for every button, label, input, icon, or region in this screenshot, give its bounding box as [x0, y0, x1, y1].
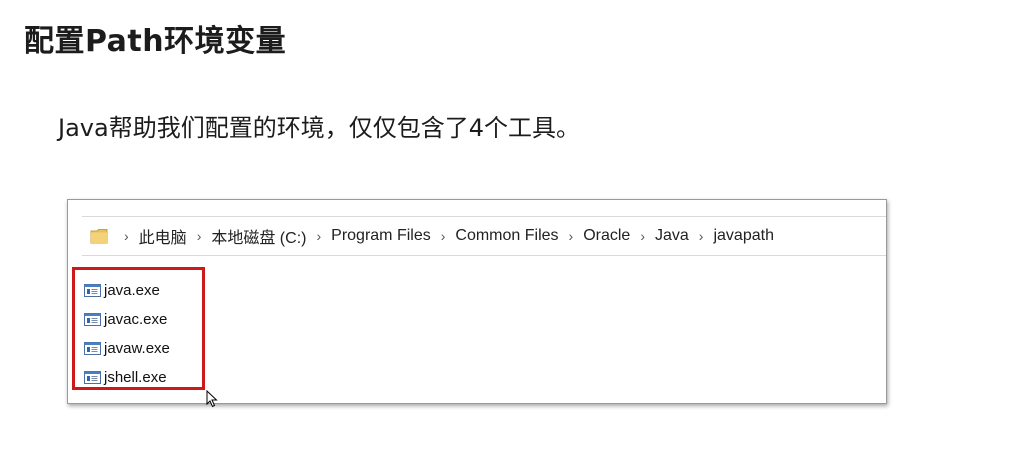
file-item-javac[interactable]: javac.exe: [84, 305, 170, 334]
breadcrumb-oracle[interactable]: Oracle: [583, 227, 630, 245]
chevron-right-icon: ›: [316, 228, 322, 244]
chevron-right-icon: ›: [698, 228, 704, 244]
chevron-right-icon: ›: [124, 228, 129, 244]
slide-page: 配置Path环境变量 Java帮助我们配置的环境，仅仅包含了4个工具。 › 此电…: [0, 0, 1026, 467]
breadcrumb-java[interactable]: Java: [655, 227, 689, 245]
breadcrumb-this-pc[interactable]: 此电脑: [139, 224, 187, 248]
file-item-jshell[interactable]: jshell.exe: [84, 363, 170, 392]
folder-icon: [90, 229, 108, 244]
file-name: java.exe: [104, 282, 160, 299]
mouse-cursor-icon: [206, 390, 218, 408]
exe-file-icon: [84, 313, 101, 326]
breadcrumb-program-files[interactable]: Program Files: [331, 227, 431, 245]
file-list: java.exe javac.exe javaw.exe jshell.exe: [84, 276, 170, 392]
exe-file-icon: [84, 342, 101, 355]
breadcrumb-local-disk[interactable]: 本地磁盘 (C:): [211, 224, 306, 248]
breadcrumb-common-files[interactable]: Common Files: [455, 227, 558, 245]
chevron-right-icon: ›: [640, 228, 645, 244]
slide-body-text: Java帮助我们配置的环境，仅仅包含了4个工具。: [58, 114, 580, 142]
file-name: jshell.exe: [104, 369, 167, 386]
exe-file-icon: [84, 371, 101, 384]
file-explorer-window: › 此电脑 › 本地磁盘 (C:) › Program Files › Comm…: [67, 199, 887, 404]
chevron-right-icon: ›: [568, 228, 574, 244]
address-bar[interactable]: › 此电脑 › 本地磁盘 (C:) › Program Files › Comm…: [82, 216, 886, 256]
file-name: javaw.exe: [104, 340, 170, 357]
breadcrumb-javapath[interactable]: javapath: [713, 227, 774, 245]
exe-file-icon: [84, 284, 101, 297]
file-item-javaw[interactable]: javaw.exe: [84, 334, 170, 363]
slide-title: 配置Path环境变量: [24, 24, 287, 59]
chevron-right-icon: ›: [196, 228, 202, 244]
file-item-java[interactable]: java.exe: [84, 276, 170, 305]
file-name: javac.exe: [104, 311, 168, 328]
chevron-right-icon: ›: [440, 228, 446, 244]
